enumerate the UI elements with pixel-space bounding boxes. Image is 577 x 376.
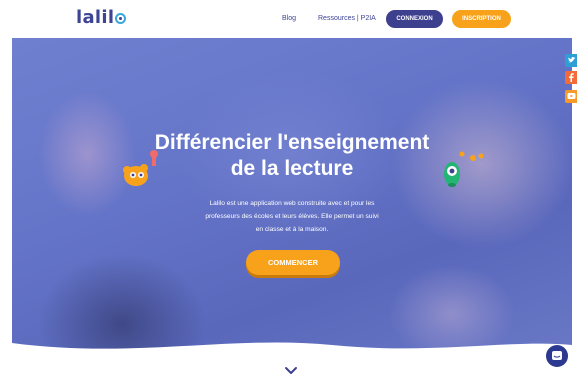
green-monster-icon — [444, 151, 484, 187]
chat-button[interactable] — [546, 345, 568, 367]
facebook-icon — [569, 73, 574, 82]
hero-description-line2: professeurs des écoles et leurs élèves. … — [205, 213, 379, 220]
hero-wave-divider — [12, 342, 572, 360]
signup-button[interactable]: INSCRIPTION — [452, 10, 511, 28]
landing-page: lalil Blog Ressources | P2IA CONNEXION I… — [0, 0, 577, 376]
hero-section: Différencier l'enseignement de la lectur… — [12, 34, 572, 360]
hero-description-line1: Lalilo est une application web construit… — [209, 200, 375, 207]
logo-text: lalil — [76, 7, 115, 28]
hero-title-line2: de la lecture — [230, 157, 354, 180]
scroll-down-chevron-icon[interactable] — [284, 366, 298, 375]
twitter-button[interactable] — [565, 54, 577, 67]
start-button[interactable]: COMMENCER — [246, 250, 340, 275]
hero-description: Lalilo est une application web construit… — [177, 197, 407, 236]
hero-description-line3: en classe et à la maison. — [255, 226, 329, 233]
login-button[interactable]: CONNEXION — [386, 10, 443, 28]
chat-icon — [552, 351, 562, 360]
twitter-icon — [567, 57, 575, 63]
top-header: lalil Blog Ressources | P2IA CONNEXION I… — [0, 0, 577, 38]
youtube-button[interactable] — [565, 90, 577, 103]
facebook-button[interactable] — [565, 71, 577, 84]
nav-blog-link[interactable]: Blog — [282, 15, 296, 22]
lalilo-logo[interactable]: lalil — [76, 7, 127, 28]
youtube-icon — [567, 93, 575, 99]
nav-resources-link[interactable]: Ressources | P2IA — [318, 15, 376, 22]
logo-eye-icon — [115, 13, 127, 24]
hero-title: Différencier l'enseignement de la lectur… — [12, 130, 572, 182]
hero-title-line1: Différencier l'enseignement — [154, 131, 430, 154]
